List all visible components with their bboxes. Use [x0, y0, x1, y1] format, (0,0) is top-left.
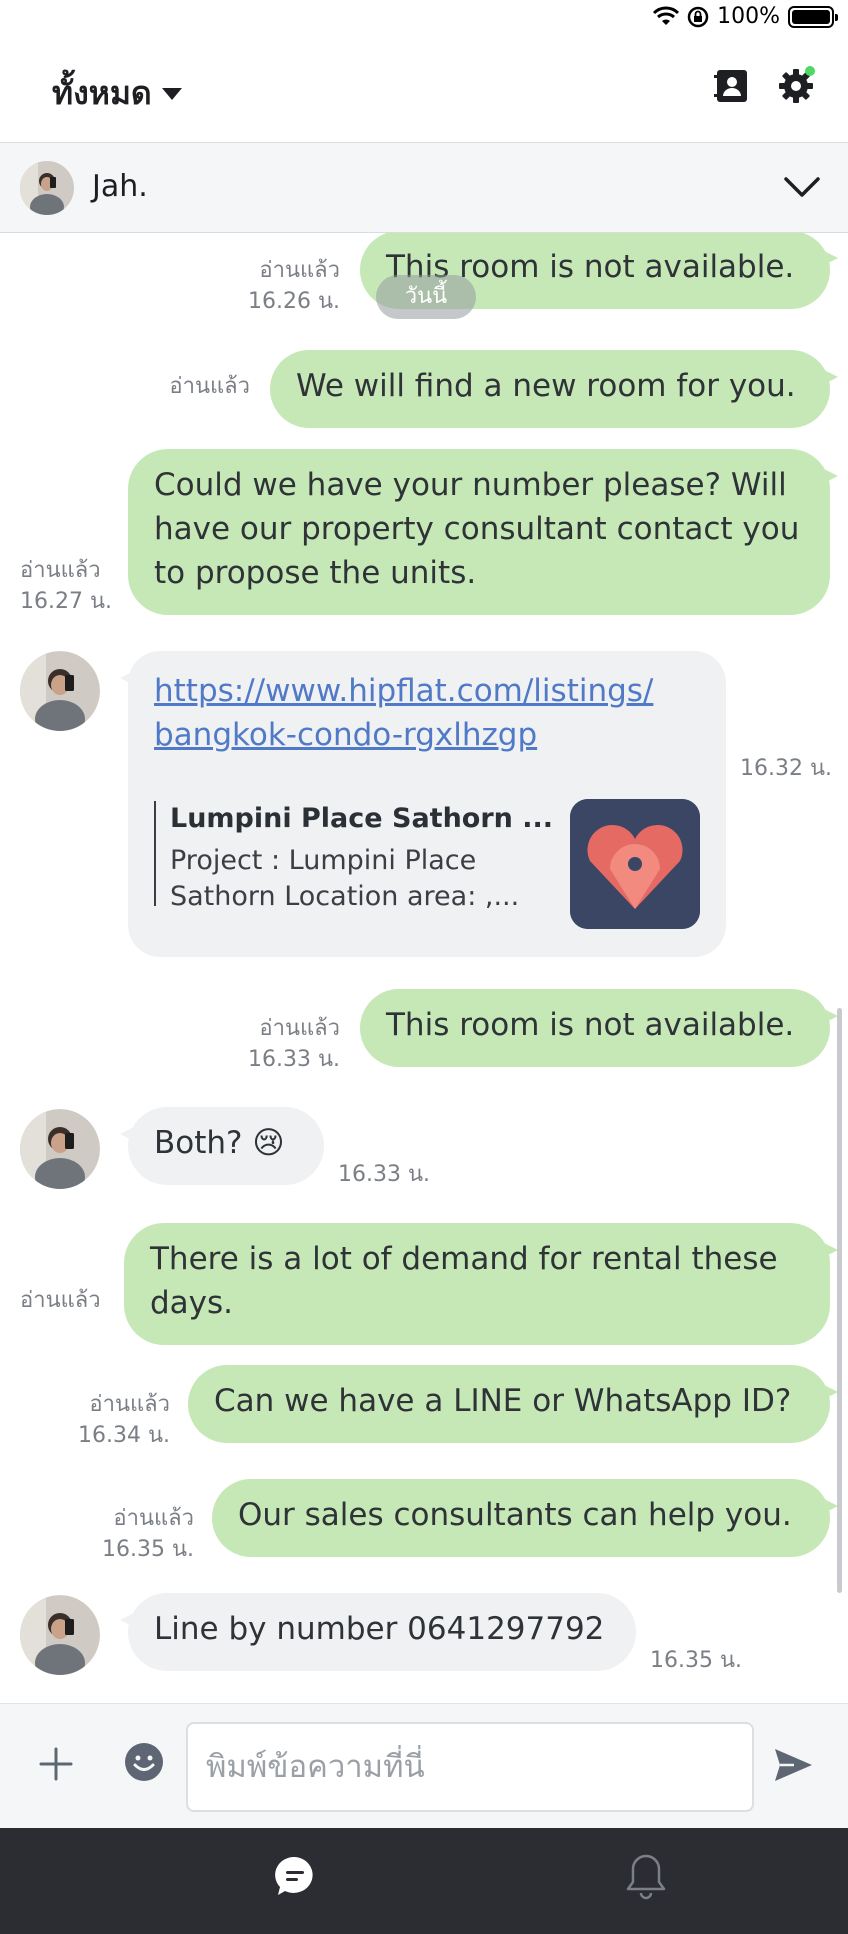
- date-divider: วันนี้: [376, 275, 476, 319]
- read-receipt: อ่านแล้ว: [20, 1288, 101, 1313]
- send-icon[interactable]: [772, 1744, 814, 1786]
- message-meta: อ่านแล้ว 16.33 น.: [200, 1013, 340, 1075]
- link-url-line1: https://www.hipflat.com/listings/: [154, 673, 654, 709]
- contact-avatar[interactable]: [20, 1595, 100, 1675]
- contact-book-icon[interactable]: [712, 66, 752, 106]
- preview-description-line2: Sathorn Location area: ,...: [170, 881, 520, 912]
- message-bubble-incoming[interactable]: Line by number 0641297792: [120, 1593, 636, 1671]
- message-text: This room is not available.: [386, 1007, 795, 1043]
- link-preview[interactable]: Lumpini Place Sathorn ... Project : Lump…: [154, 801, 570, 912]
- message-list[interactable]: This room is not available. อ่านแล้ว 16.…: [0, 233, 848, 1703]
- read-receipt: อ่านแล้ว: [259, 1016, 340, 1041]
- message-meta: อ่านแล้ว 16.27 น.: [20, 555, 130, 617]
- message-time: 16.33 น.: [338, 1162, 431, 1187]
- battery-percentage: 100%: [717, 4, 780, 29]
- plus-icon[interactable]: [38, 1746, 74, 1782]
- link-url-line2: bangkok-condo-rgxlhzgp: [154, 717, 538, 753]
- message-bubble-outgoing[interactable]: There is a lot of demand for rental thes…: [124, 1223, 838, 1345]
- message-input-bar: [0, 1703, 848, 1828]
- message-text: There is a lot of demand for rental thes…: [150, 1241, 778, 1321]
- message-bubble-outgoing[interactable]: Could we have your number please? Will h…: [128, 449, 838, 615]
- contact-avatar[interactable]: [20, 1109, 100, 1189]
- read-receipt: อ่านแล้ว: [113, 1506, 194, 1531]
- message-meta: อ่านแล้ว: [20, 1285, 130, 1316]
- preview-description: Project : Lumpini Place Sathorn Location…: [170, 841, 570, 917]
- message-input[interactable]: [186, 1722, 754, 1812]
- link-preview-card[interactable]: https://www.hipflat.com/listings/ bangko…: [120, 651, 726, 957]
- bell-icon[interactable]: [624, 1852, 668, 1900]
- status-icons: 100%: [653, 4, 838, 29]
- message-text: We will find a new room for you.: [296, 368, 796, 404]
- preview-title: Lumpini Place Sathorn ...: [170, 803, 554, 834]
- contact-avatar[interactable]: [20, 651, 100, 731]
- message-time: 16.35 น.: [101, 1537, 194, 1562]
- message-bubble-incoming[interactable]: Both? 😢: [120, 1107, 324, 1185]
- message-bubble-outgoing[interactable]: Can we have a LINE or WhatsApp ID?: [188, 1365, 838, 1443]
- chat-bubble-icon[interactable]: [273, 1854, 317, 1898]
- read-receipt: อ่านแล้ว: [20, 558, 101, 583]
- contact-name: Jah.: [92, 169, 148, 204]
- message-link[interactable]: https://www.hipflat.com/listings/ bangko…: [154, 669, 714, 757]
- read-receipt: อ่านแล้ว: [89, 1392, 170, 1417]
- message-time: 16.26 น.: [247, 289, 340, 314]
- message-time: 16.27 น.: [20, 589, 113, 614]
- battery-icon: [788, 5, 838, 28]
- emoji-icon[interactable]: [124, 1742, 164, 1782]
- chevron-down-icon[interactable]: [782, 171, 822, 201]
- chat-header[interactable]: Jah.: [0, 143, 848, 233]
- bottom-navigation: [0, 1828, 848, 1934]
- message-meta: อ่านแล้ว 16.35 น.: [54, 1503, 194, 1565]
- message-meta: อ่านแล้ว 16.26 น.: [200, 255, 340, 317]
- filter-label: ทั้งหมด: [52, 74, 152, 112]
- caret-down-icon: [161, 87, 182, 100]
- contact-avatar[interactable]: [20, 161, 74, 215]
- read-receipt: อ่านแล้ว: [259, 258, 340, 283]
- message-meta: อ่านแล้ว 16.34 น.: [30, 1389, 170, 1451]
- message-text: Line by number 0641297792: [154, 1611, 605, 1647]
- message-text: Our sales consultants can help you.: [238, 1497, 792, 1533]
- chat-filter-dropdown[interactable]: ทั้งหมด: [52, 68, 182, 119]
- message-time: 16.35 น.: [650, 1648, 743, 1673]
- read-receipt: อ่านแล้ว: [169, 374, 250, 399]
- message-text: Could we have your number please? Will h…: [154, 467, 800, 591]
- message-bubble-outgoing[interactable]: Our sales consultants can help you.: [212, 1479, 838, 1557]
- preview-description-line1: Project : Lumpini Place: [170, 845, 477, 876]
- message-time: 16.34 น.: [77, 1423, 170, 1448]
- rotation-lock-icon: [687, 6, 709, 27]
- hipflat-logo-thumbnail: [570, 799, 700, 929]
- scrollbar[interactable]: [837, 1008, 842, 1593]
- message-bubble-outgoing[interactable]: This room is not available.: [360, 989, 838, 1067]
- message-time: 16.33 น.: [247, 1047, 340, 1072]
- message-text: Both? 😢: [154, 1125, 285, 1161]
- wifi-icon: [653, 6, 680, 25]
- message-bubble-outgoing[interactable]: We will find a new room for you.: [270, 350, 838, 428]
- message-time: 16.32 น.: [740, 756, 833, 781]
- top-header: ทั้งหมด: [0, 40, 848, 143]
- message-meta: อ่านแล้ว: [110, 371, 250, 402]
- gear-icon[interactable]: [776, 66, 816, 106]
- message-text: Can we have a LINE or WhatsApp ID?: [214, 1383, 792, 1419]
- status-bar: 100%: [0, 0, 848, 40]
- settings-badge: [805, 66, 815, 76]
